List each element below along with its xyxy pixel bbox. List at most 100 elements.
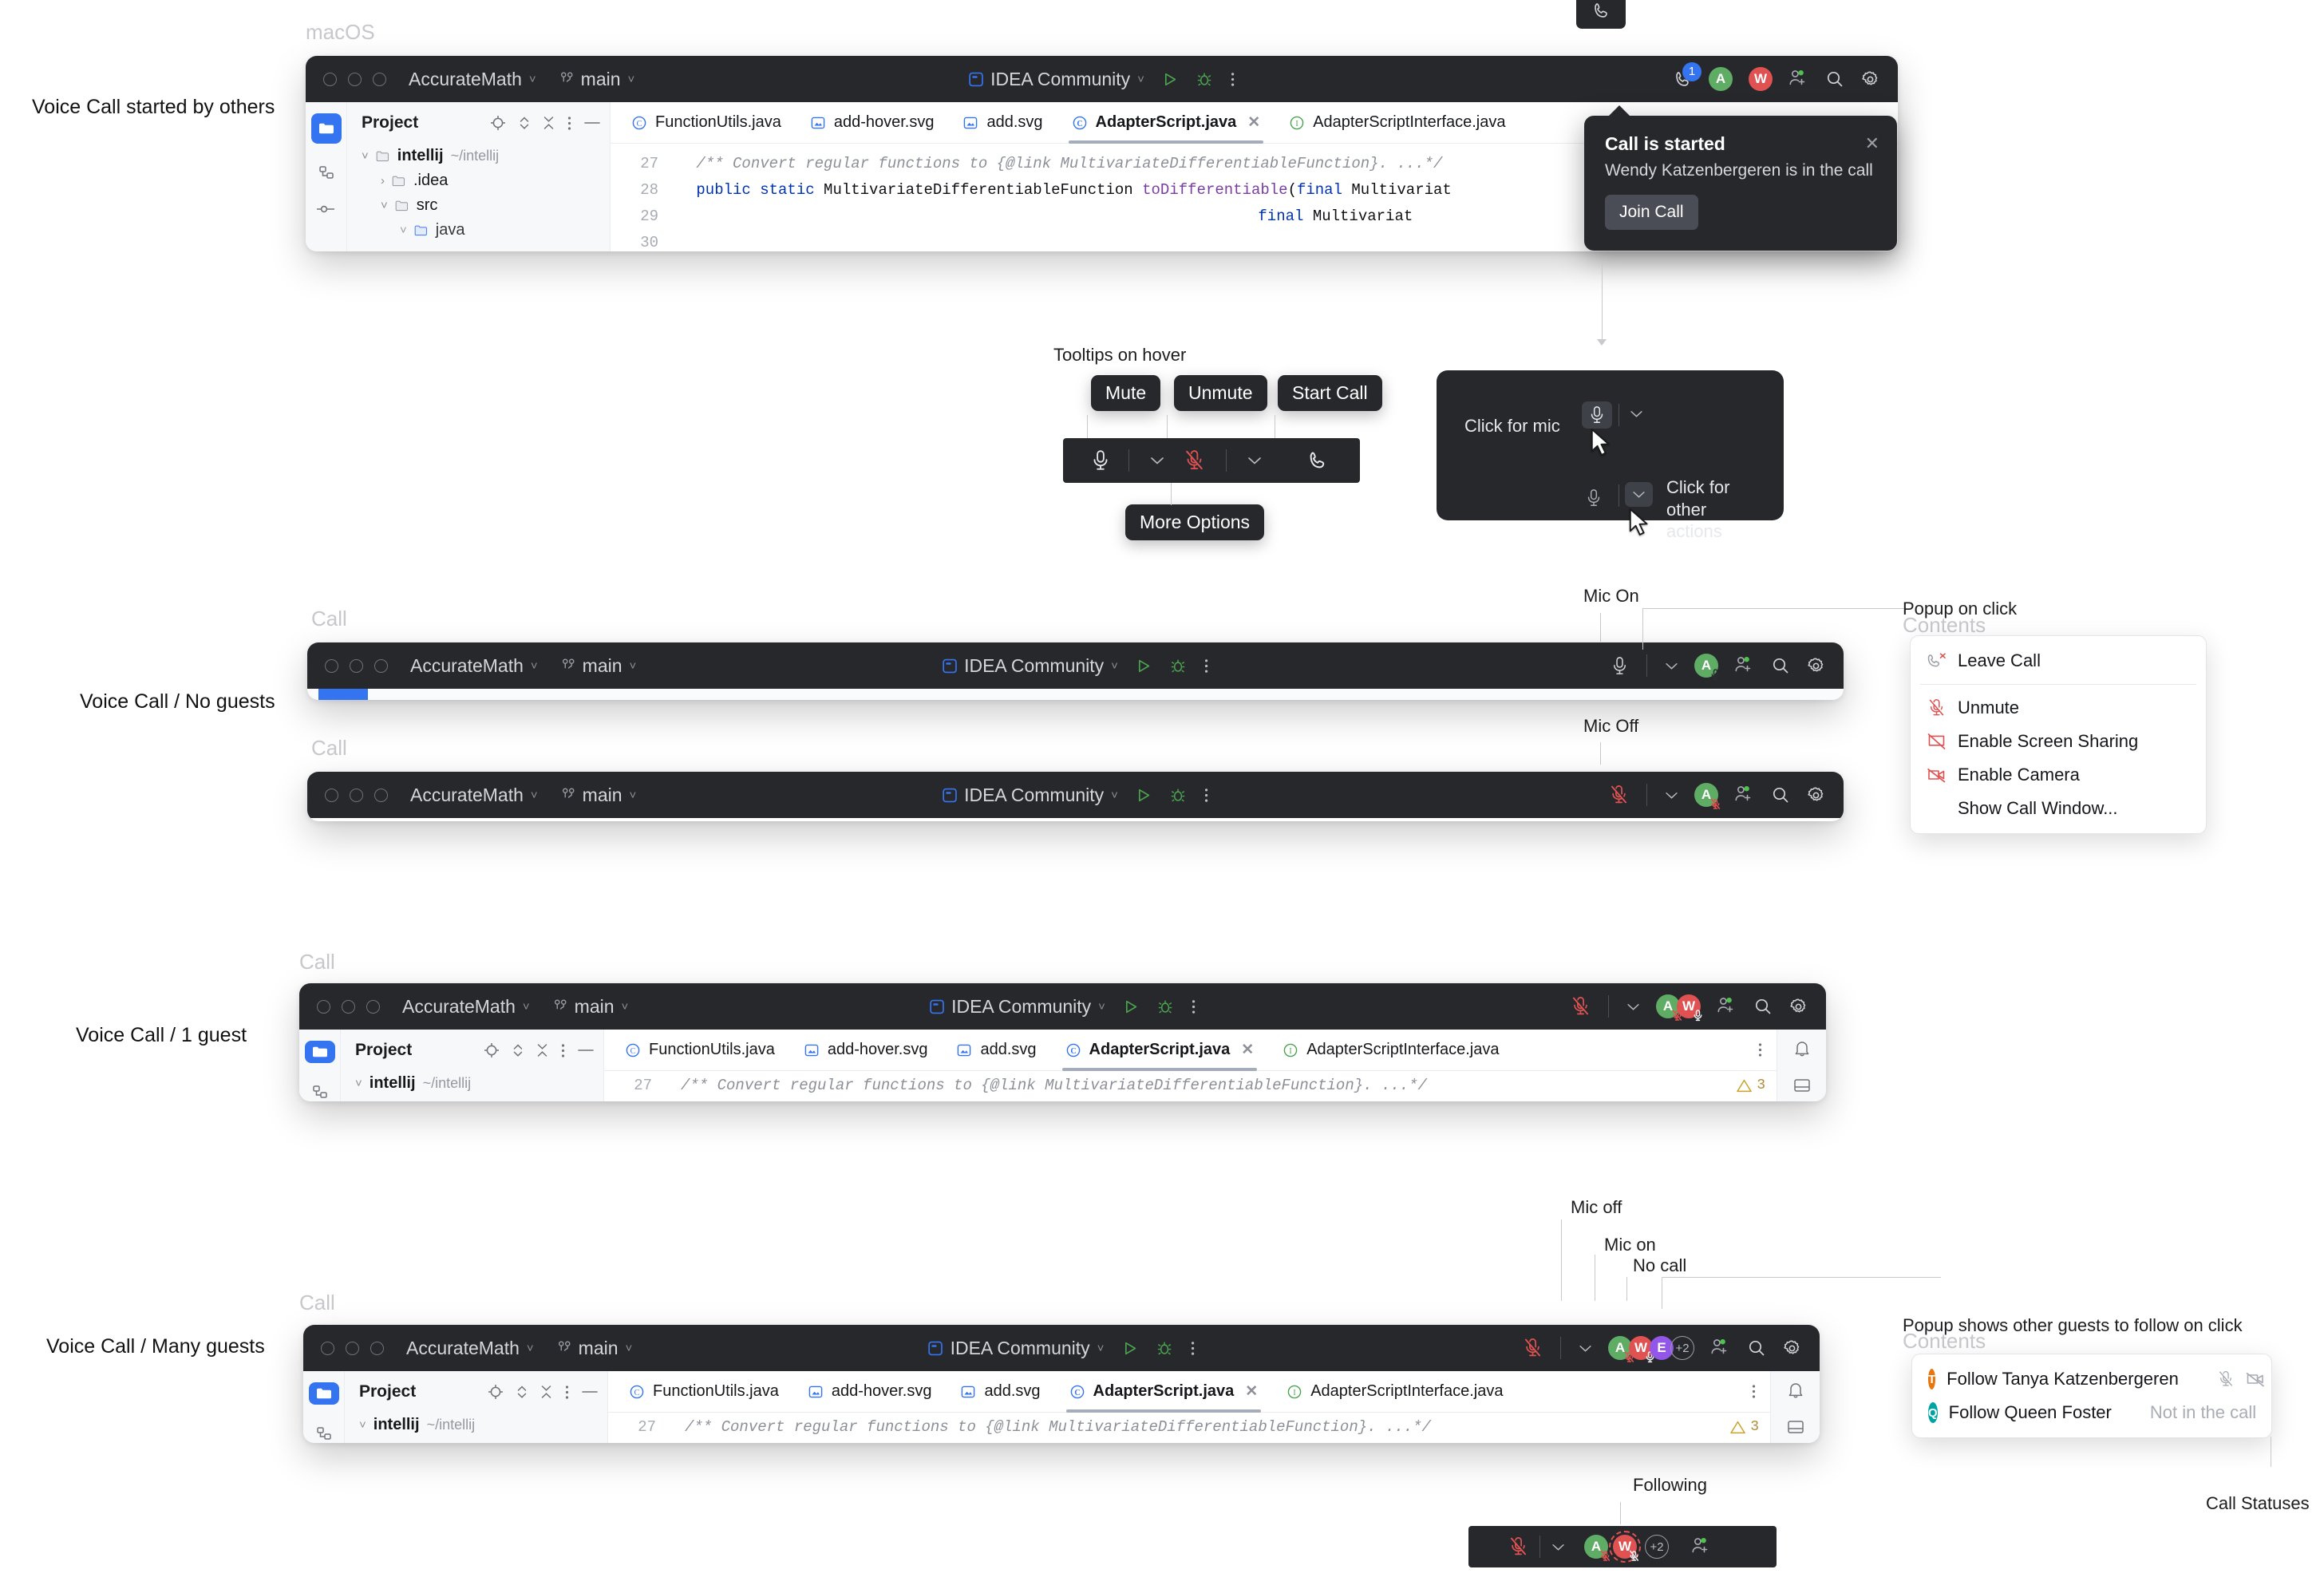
more-tool-windows-button[interactable] (1787, 1419, 1804, 1435)
avatar[interactable]: A (1584, 1535, 1610, 1561)
close-window-button[interactable] (323, 72, 337, 86)
branch-selector[interactable]: main ˅ (558, 1338, 632, 1359)
call-options-button[interactable] (1551, 1543, 1565, 1551)
mic-muted-button[interactable] (1609, 785, 1629, 805)
code-area[interactable]: 27 /** Convert regular functions to {@li… (604, 1071, 1777, 1094)
tree-item[interactable]: ˅ intellij ~/intellij (345, 1413, 607, 1437)
debug-button[interactable] (1157, 998, 1174, 1015)
search-button[interactable] (1753, 997, 1773, 1016)
invite-people-button[interactable] (1691, 1537, 1712, 1556)
zoom-window-button[interactable] (374, 788, 388, 802)
minimize-window-button[interactable] (348, 72, 362, 86)
traffic-lights[interactable] (317, 999, 380, 1014)
search-button[interactable] (1771, 656, 1790, 675)
locate-file-button[interactable] (484, 1042, 500, 1058)
minimize-window-button[interactable] (350, 658, 363, 673)
run-configuration-selector[interactable]: IDEA Community ˅ (942, 655, 1118, 677)
hide-panel-button[interactable] (582, 1389, 598, 1394)
incoming-call-button[interactable]: 1 (1673, 61, 1702, 89)
tree-item[interactable]: ˅ src (347, 193, 610, 218)
menu-item-show-call-window[interactable]: Show Call Window... (1911, 792, 2206, 825)
collapse-all-button[interactable] (536, 1042, 548, 1058)
project-selector[interactable]: AccurateMath ˅ (410, 655, 538, 677)
minimize-window-button[interactable] (346, 1341, 359, 1355)
zoom-window-button[interactable] (370, 1341, 384, 1355)
hide-panel-button[interactable] (578, 1048, 594, 1053)
run-configuration-selector[interactable]: IDEA Community ˅ (968, 69, 1144, 90)
mic-muted-button[interactable] (1571, 996, 1591, 1017)
tree-item[interactable]: › .idea (347, 168, 610, 193)
close-window-button[interactable] (325, 788, 338, 802)
run-button[interactable] (1121, 1340, 1138, 1357)
close-window-button[interactable] (325, 658, 338, 673)
structure-tool-button[interactable] (318, 164, 335, 182)
project-tool-button[interactable] (310, 113, 342, 144)
floating-phone-chip[interactable] (1576, 0, 1626, 29)
menu-item-follow-tanya[interactable]: T Follow Tanya Katzenbergeren (1912, 1362, 2271, 1396)
project-selector[interactable]: AccurateMath ˅ (406, 1338, 534, 1359)
close-tab-button[interactable]: ✕ (1241, 1041, 1254, 1059)
tab-options-button[interactable] (1758, 1042, 1762, 1057)
mic-muted-button[interactable] (1508, 1536, 1528, 1557)
invite-people-button[interactable] (1788, 69, 1809, 89)
search-button[interactable] (1771, 785, 1790, 804)
menu-item-enable-screen-sharing[interactable]: Enable Screen Sharing (1911, 725, 2206, 758)
minimize-window-button[interactable] (342, 999, 355, 1014)
avatar[interactable]: A (1709, 67, 1733, 91)
tree-item[interactable]: ˅ intellij ~/intellij (347, 144, 610, 168)
run-configuration-selector[interactable]: IDEA Community ˅ (928, 1338, 1104, 1359)
project-selector[interactable]: AccurateMath ˅ (402, 996, 530, 1018)
mic-button-hovered[interactable] (1582, 401, 1612, 429)
expand-collapse-button[interactable] (512, 1042, 524, 1058)
editor-tab[interactable]: C FunctionUtils.java (617, 102, 796, 144)
call-options-button[interactable] (1626, 1002, 1640, 1011)
tab-options-button[interactable] (1752, 1384, 1756, 1399)
menu-item-enable-camera[interactable]: Enable Camera (1911, 758, 2206, 792)
avatar[interactable]: W (1677, 994, 1702, 1021)
run-button[interactable] (1162, 71, 1179, 88)
editor-tab[interactable]: add.svg (942, 1030, 1050, 1071)
menu-item-leave-call[interactable]: Leave Call (1911, 644, 2206, 678)
more-tool-windows-button[interactable] (1793, 1077, 1811, 1093)
mute-options-button[interactable] (1238, 456, 1271, 465)
editor-tab[interactable]: add-hover.svg (796, 102, 949, 144)
project-options-button[interactable] (567, 116, 571, 131)
project-options-button[interactable] (561, 1043, 565, 1058)
close-tab-button[interactable]: ✕ (1247, 113, 1260, 132)
project-tool-button[interactable] (308, 1382, 339, 1405)
close-window-button[interactable] (321, 1341, 334, 1355)
branch-selector[interactable]: main ˅ (562, 785, 636, 806)
editor-tab[interactable]: I AdapterScriptInterface.java (1272, 1371, 1517, 1413)
avatar[interactable]: A (1694, 783, 1720, 809)
more-run-options-button[interactable] (1231, 71, 1235, 88)
zoom-window-button[interactable] (373, 72, 386, 86)
more-run-options-button[interactable] (1204, 658, 1209, 674)
expand-collapse-button[interactable] (516, 1384, 528, 1400)
run-button[interactable] (1136, 787, 1152, 804)
avatar-overflow-count[interactable]: +2 (1645, 1535, 1669, 1559)
code-area[interactable]: 27 /** Convert regular functions to {@li… (608, 1413, 1770, 1436)
mic-muted-button[interactable] (1174, 449, 1215, 472)
mic-options-button[interactable] (1140, 456, 1174, 465)
traffic-lights[interactable] (325, 788, 388, 802)
menu-item-unmute[interactable]: Unmute (1911, 691, 2206, 725)
avatar[interactable]: W (1749, 67, 1773, 91)
close-tab-button[interactable]: ✕ (1245, 1382, 1258, 1401)
join-call-button[interactable]: Join Call (1605, 195, 1698, 230)
close-icon[interactable]: ✕ (1865, 133, 1879, 154)
collapse-all-button[interactable] (540, 1384, 552, 1400)
more-run-options-button[interactable] (1190, 1340, 1195, 1357)
debug-button[interactable] (1170, 787, 1187, 804)
run-configuration-selector[interactable]: IDEA Community ˅ (929, 996, 1105, 1018)
close-window-button[interactable] (317, 999, 330, 1014)
debug-button[interactable] (1156, 1340, 1172, 1357)
menu-item-follow-queen[interactable]: Q Follow Queen Foster Not in the call (1912, 1396, 2271, 1429)
debug-button[interactable] (1170, 658, 1187, 674)
settings-button[interactable] (1788, 997, 1808, 1017)
avatar-overflow-count[interactable]: +2 (1670, 1336, 1694, 1360)
traffic-lights[interactable] (323, 72, 386, 86)
zoom-window-button[interactable] (374, 658, 388, 673)
branch-selector[interactable]: main ˅ (560, 69, 634, 90)
settings-button[interactable] (1860, 69, 1880, 89)
mic-button[interactable] (1084, 449, 1117, 472)
